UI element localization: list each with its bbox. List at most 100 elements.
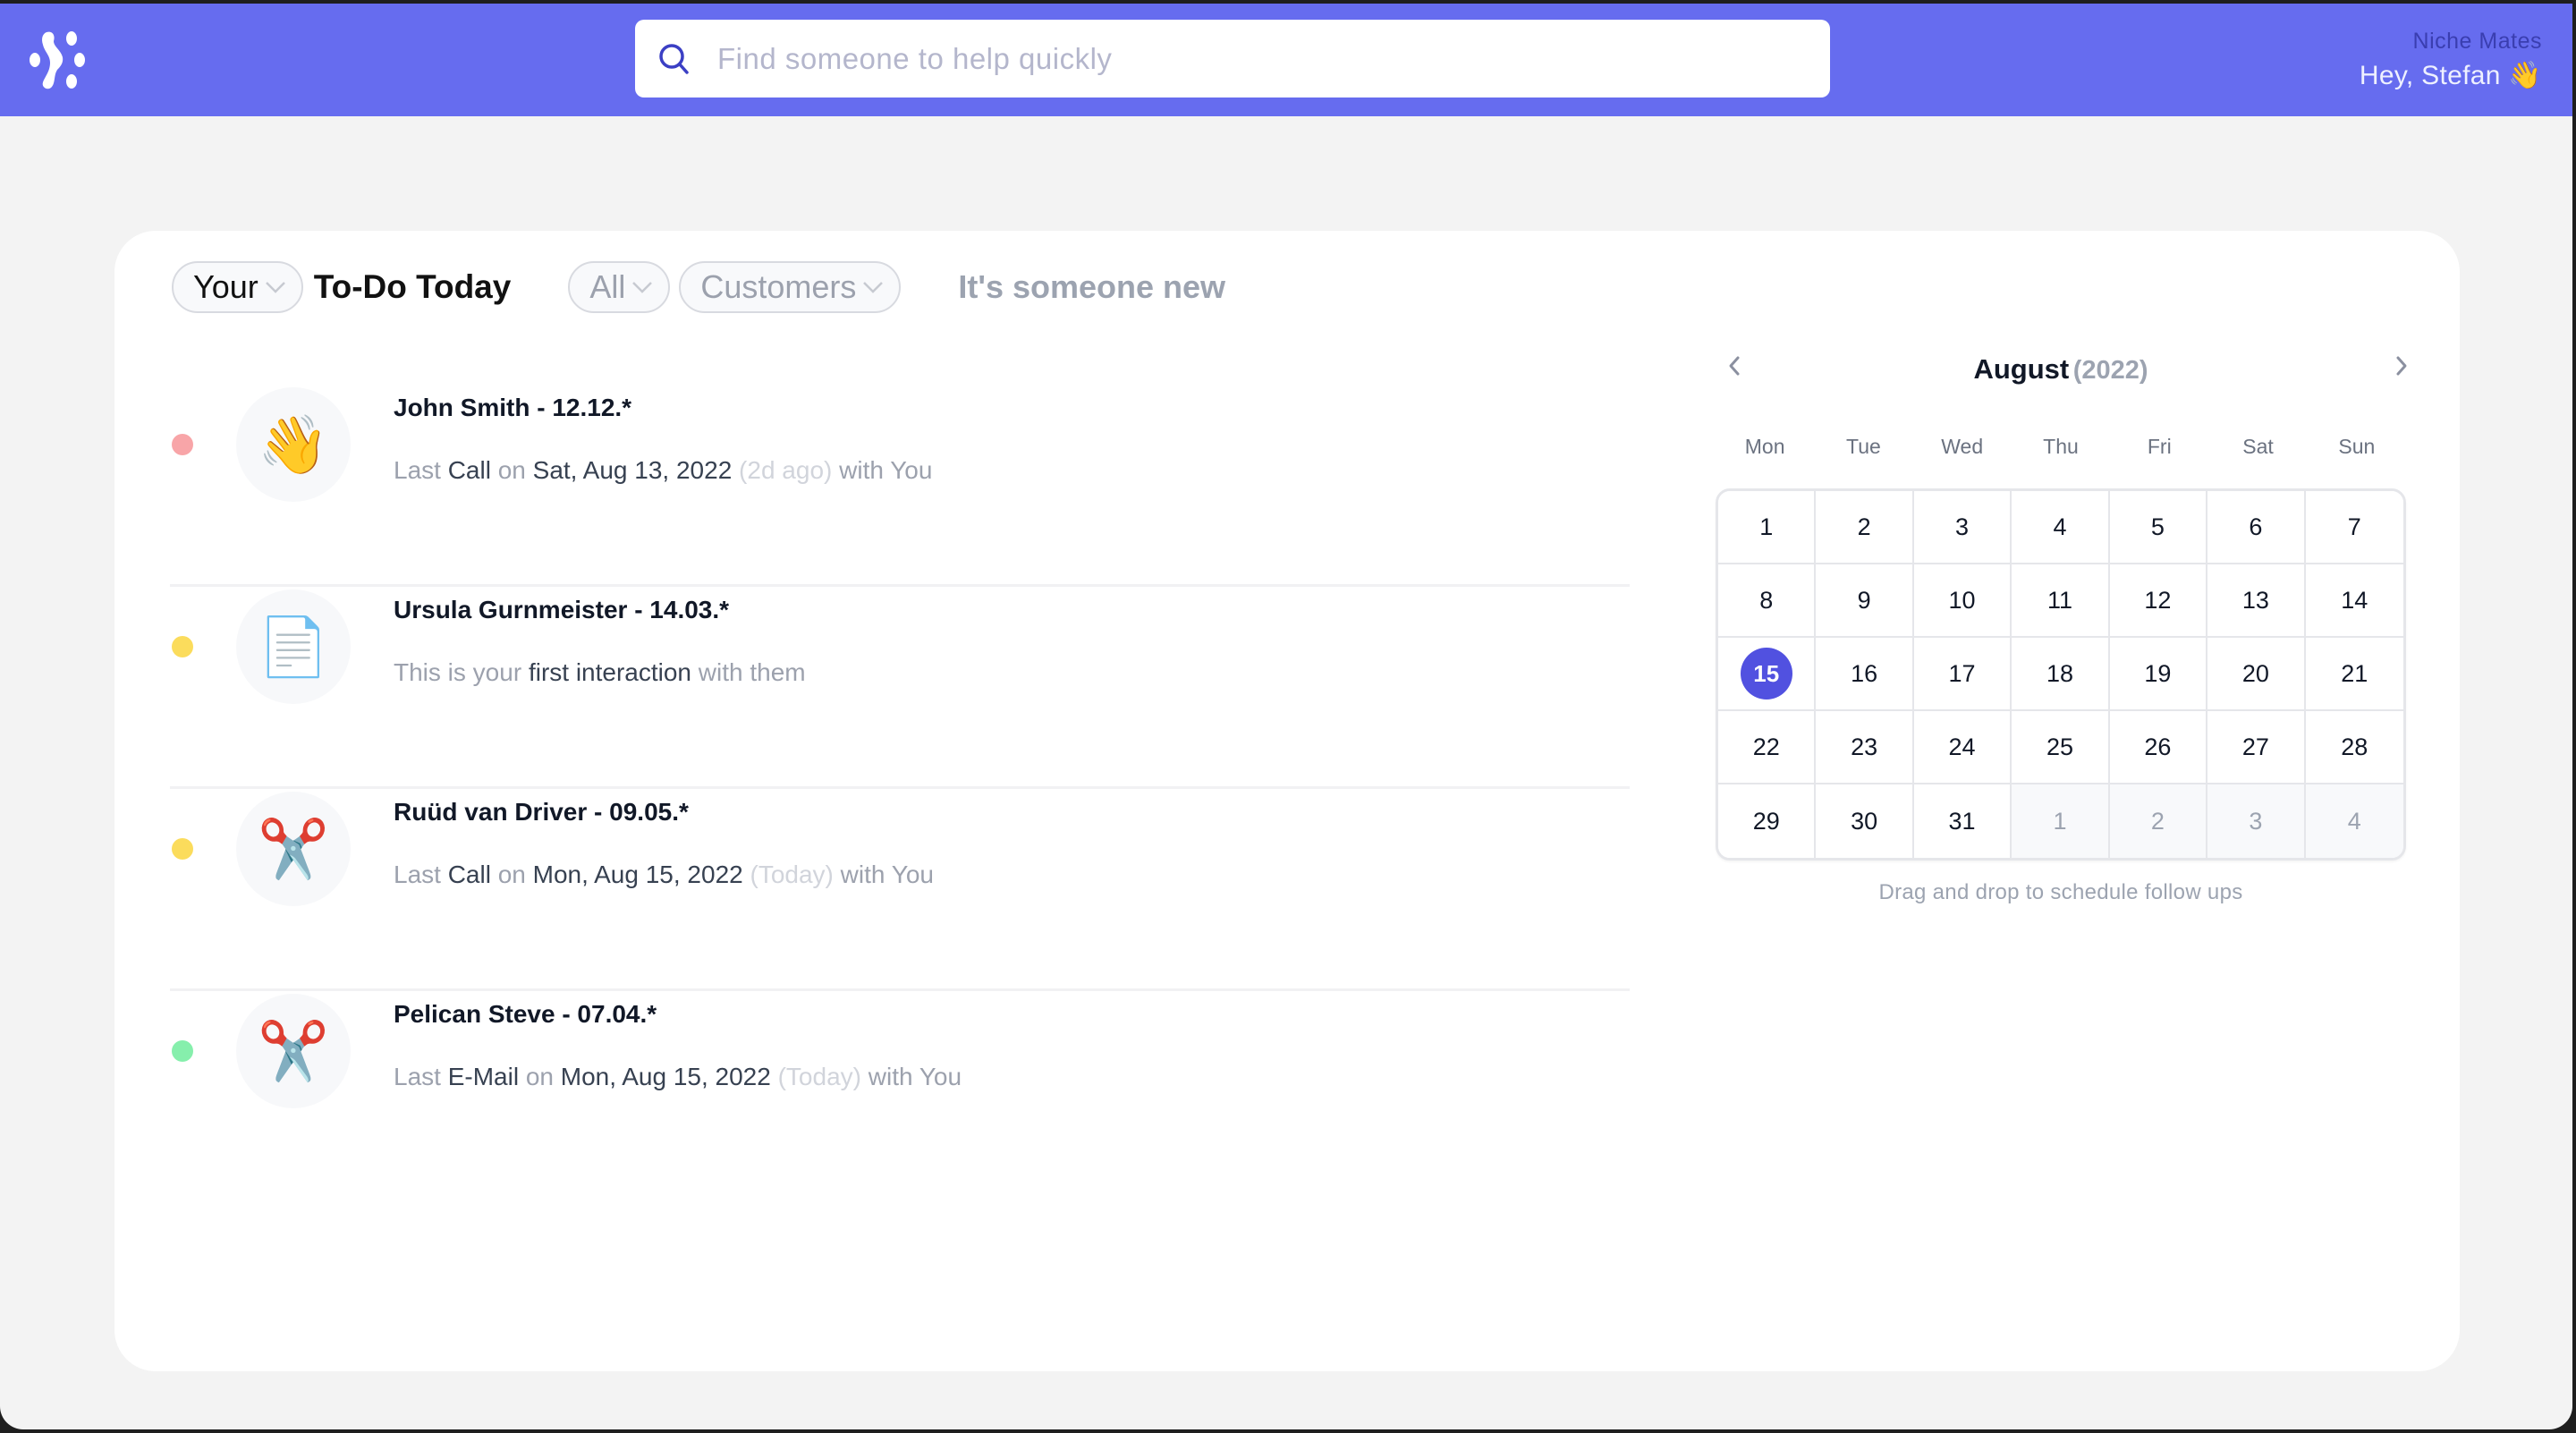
calendar-day[interactable]: 16 [1816, 638, 1914, 711]
brand-name: Niche Mates [2412, 29, 2542, 54]
calendar-month: August [1973, 353, 2070, 385]
scissors-icon: ✂️ [236, 792, 351, 906]
meta-segment: Last [394, 456, 448, 484]
calendar-year: (2022) [2072, 356, 2148, 385]
type-dropdown[interactable]: All [568, 261, 671, 313]
weekday-label: Mon [1744, 435, 1785, 458]
waving-hand-icon: 👋 [236, 387, 351, 502]
meta-segment: with You [860, 1063, 962, 1090]
calendar-day[interactable]: 5 [2109, 491, 2208, 564]
meta-segment: (Today) [770, 1063, 861, 1090]
meta-segment: with You [832, 456, 933, 484]
contact-last-interaction: Last Call on Sat, Aug 13, 2022 (2d ago) … [394, 456, 932, 485]
calendar-day[interactable]: 8 [1718, 564, 1817, 638]
calendar-grid: 1 2 3 4 5 6 7 8 9 10 11 12 13 14 15 16 17 18 19 20 21 22 23 24 2… [1716, 488, 2406, 861]
calendar-day[interactable]: 10 [1913, 564, 2012, 638]
search-bar[interactable] [635, 20, 1830, 98]
calendar-day[interactable]: 18 [2012, 638, 2110, 711]
contact-last-interaction: Last Call on Mon, Aug 15, 2022 (Today) w… [394, 861, 934, 889]
calendar-day-next-month[interactable]: 4 [2305, 784, 2403, 858]
contact-list-item[interactable]: ✂️ Pelican Steve - 07.04.* Last E-Mail on … [170, 991, 1630, 1193]
status-dot-yellow [172, 838, 193, 860]
type-dropdown-label: All [589, 268, 626, 305]
calendar-day[interactable]: 30 [1816, 784, 1914, 858]
calendar-day[interactable]: 2 [1816, 491, 1914, 564]
chevron-down-icon [863, 282, 884, 293]
calendar-day[interactable]: 4 [2012, 491, 2110, 564]
contact-last-interaction: Last E-Mail on Mon, Aug 15, 2022 (Today)… [394, 1063, 962, 1091]
chevron-left-icon[interactable] [1721, 352, 1748, 379]
meta-segment: first interaction [528, 658, 692, 686]
meta-segment: This is your [394, 658, 529, 686]
calendar-day[interactable]: 3 [1913, 491, 2012, 564]
contact-name[interactable]: John Smith - 12.12.* [394, 394, 631, 422]
calendar-day[interactable]: 12 [2109, 564, 2208, 638]
calendar-day[interactable]: 14 [2305, 564, 2403, 638]
contact-last-interaction: This is your first interaction with them [394, 658, 806, 687]
meta-segment: (Today) [742, 861, 834, 888]
calendar-day[interactable]: 17 [1913, 638, 2012, 711]
meta-segment: Last [394, 861, 448, 888]
top-header: Niche Mates Hey, Stefan 👋 [0, 4, 2572, 116]
calendar-day[interactable]: 11 [2012, 564, 2110, 638]
calendar-day[interactable]: 19 [2109, 638, 2208, 711]
meta-segment: Mon, Aug 15, 2022 [560, 1063, 771, 1090]
contact-list-item[interactable]: 📄 Ursula Gurnmeister - 14.03.* This is you… [170, 587, 1630, 789]
chevron-down-icon [632, 282, 653, 293]
logo-icon[interactable] [27, 30, 95, 93]
calendar-day[interactable]: 24 [1913, 711, 2012, 784]
calendar-day[interactable]: 15 [1718, 638, 1817, 711]
calendar-day[interactable]: 1 [1718, 491, 1817, 564]
calendar-day[interactable]: 13 [2207, 564, 2306, 638]
calendar-day[interactable]: 27 [2207, 711, 2306, 784]
contact-name[interactable]: Pelican Steve - 07.04.* [394, 1000, 657, 1029]
weekday-label: Tue [1846, 435, 1881, 458]
calendar-day[interactable]: 28 [2305, 711, 2403, 784]
meta-segment: Call [447, 456, 491, 484]
meta-segment: on [490, 456, 533, 484]
calendar-day[interactable]: 9 [1816, 564, 1914, 638]
scope-dropdown-label: Your [193, 268, 258, 305]
meta-segment: Call [447, 861, 491, 888]
meta-segment: (2d ago) [732, 456, 833, 484]
app-window: Niche Mates Hey, Stefan 👋 Your To-Do Tod… [0, 4, 2572, 1429]
today-marker: 15 [1740, 648, 1792, 700]
meta-segment: Mon, Aug 15, 2022 [532, 861, 743, 888]
contact-list: 👋 John Smith - 12.12.* Last Call on Sat, A… [170, 385, 1630, 1193]
calendar-day[interactable]: 20 [2207, 638, 2306, 711]
user-greeting: Hey, Stefan 👋 [2359, 61, 2542, 90]
weekday-label: Thu [2043, 435, 2079, 458]
todo-card: Your To-Do Today All Customers It's some… [114, 231, 2460, 1371]
meta-segment: on [490, 861, 533, 888]
status-dot-green [172, 1040, 193, 1062]
contact-list-item[interactable]: ✂️ Ruüd van Driver - 09.05.* Last Call on … [170, 789, 1630, 991]
user-block[interactable]: Niche Mates Hey, Stefan 👋 [2360, 29, 2542, 91]
contact-name[interactable]: Ruüd van Driver - 09.05.* [394, 798, 689, 827]
someone-new-link[interactable]: It's someone new [958, 268, 1225, 306]
contact-name[interactable]: Ursula Gurnmeister - 14.03.* [394, 596, 729, 624]
calendar-day[interactable]: 6 [2207, 491, 2306, 564]
calendar-day[interactable]: 31 [1913, 784, 2012, 858]
scope-dropdown[interactable]: Your [172, 261, 303, 313]
calendar-day-next-month[interactable]: 3 [2207, 784, 2306, 858]
contact-list-item[interactable]: 👋 John Smith - 12.12.* Last Call on Sat, A… [170, 385, 1630, 587]
calendar-day[interactable]: 7 [2305, 491, 2403, 564]
calendar-day-next-month[interactable]: 2 [2109, 784, 2208, 858]
chevron-right-icon[interactable] [2388, 352, 2415, 379]
meta-segment: Last [394, 1063, 448, 1090]
calendar-day[interactable]: 25 [2012, 711, 2110, 784]
search-icon [659, 43, 689, 74]
meta-segment: Sat, Aug 13, 2022 [532, 456, 733, 484]
meta-segment: with them [691, 658, 806, 686]
search-input[interactable] [717, 31, 1830, 86]
calendar-day[interactable]: 22 [1718, 711, 1817, 784]
calendar-day[interactable]: 26 [2109, 711, 2208, 784]
weekday-row: Mon Tue Wed Thu Fri Sat Sun [1716, 435, 2406, 471]
calendar-day[interactable]: 29 [1718, 784, 1817, 858]
category-dropdown[interactable]: Customers [679, 261, 902, 313]
calendar-day[interactable]: 21 [2305, 638, 2403, 711]
calendar-day[interactable]: 23 [1816, 711, 1914, 784]
calendar: August (2022) Mon Tue Wed Thu Fri Sat Sun 1234… [1716, 347, 2407, 905]
weekday-label: Fri [2147, 435, 2172, 458]
calendar-day-next-month[interactable]: 1 [2012, 784, 2110, 858]
